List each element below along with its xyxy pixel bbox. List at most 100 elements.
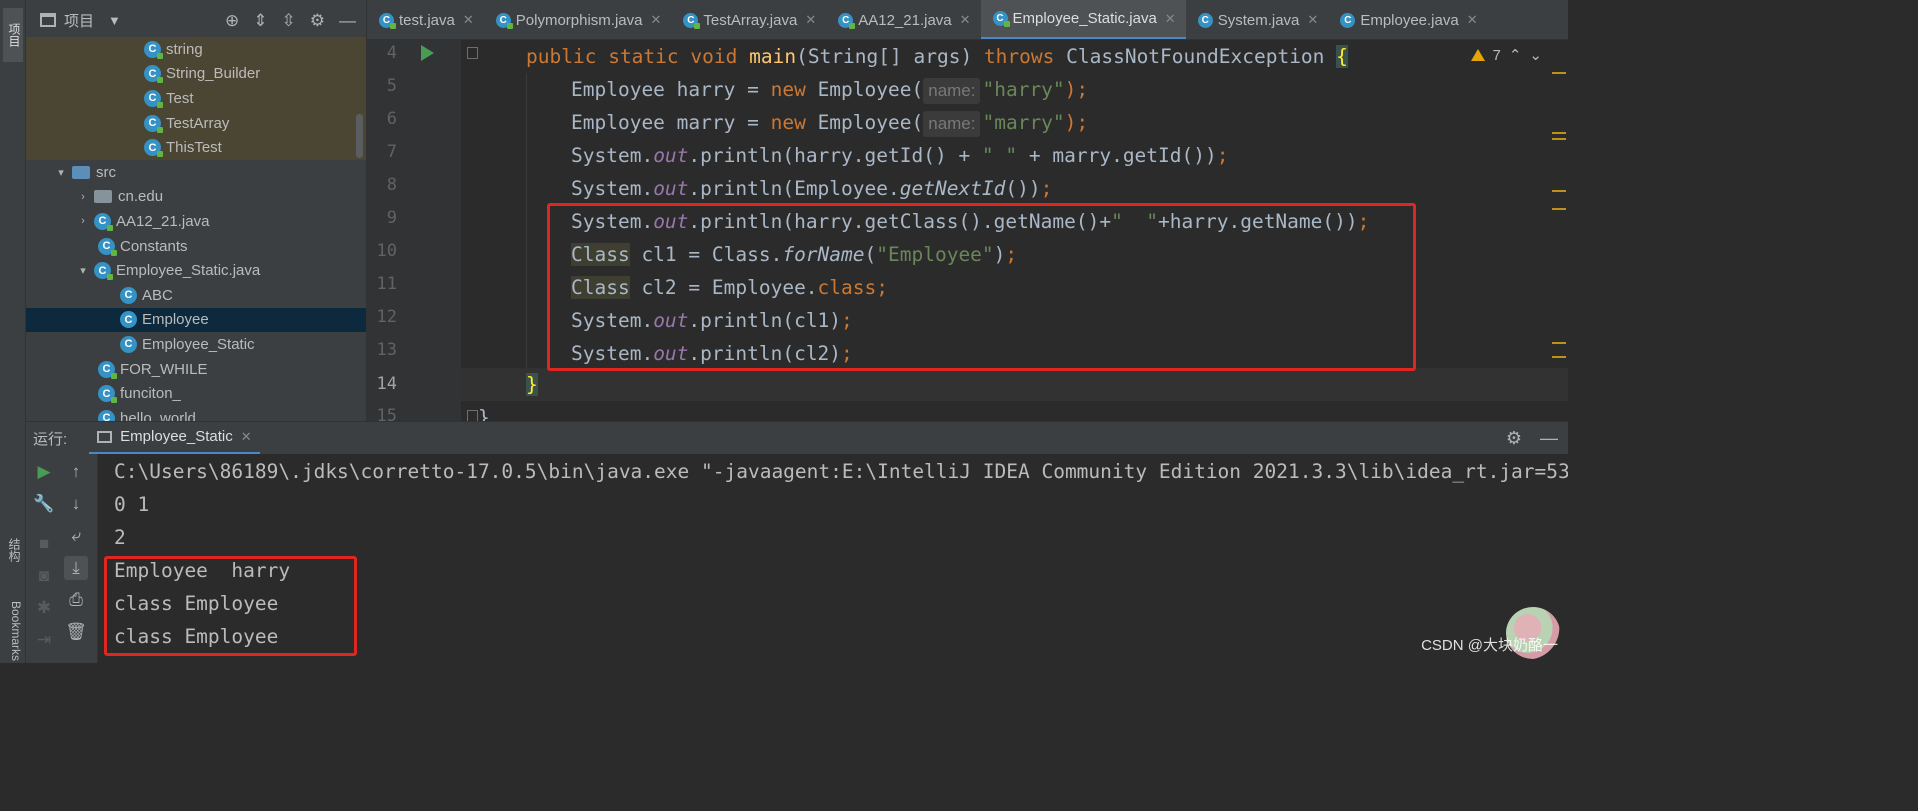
project-scrollbar[interactable] — [356, 114, 363, 158]
close-icon[interactable]: ✕ — [960, 12, 971, 28]
project-tree: Cstring C String_Builder C Test C TestArray… — [26, 37, 366, 421]
console-line: Employee harry — [114, 559, 291, 582]
camera-icon[interactable]: ◙ — [32, 564, 56, 588]
tree-item-string-builder[interactable]: C String_Builder — [26, 61, 366, 87]
code-line-9: System.out.println(harry.getClass().getN… — [571, 210, 1370, 233]
tree-item-employee-static-java[interactable]: ▾ C Employee_Static.java — [26, 258, 366, 283]
wrench-icon[interactable]: 🔧 — [32, 492, 56, 516]
tree-item-hello-world[interactable]: Chello_world — [26, 406, 366, 421]
tree-item-src[interactable]: ▾ src — [26, 160, 366, 185]
console-line: C:\Users\86189\.jdks\corretto-17.0.5\bin… — [114, 460, 1568, 483]
soft-wrap-icon[interactable]: ⤶ — [64, 524, 88, 548]
error-stripe-marker[interactable] — [1552, 72, 1566, 74]
tab-polymorphism-java[interactable]: C Polymorphism.java ✕ — [484, 0, 672, 39]
fold-icon[interactable] — [467, 47, 478, 59]
close-icon[interactable]: ✕ — [463, 12, 474, 28]
chevron-up-icon[interactable]: ⌃ — [1509, 46, 1522, 64]
line-number: 8 — [386, 175, 397, 195]
tab-testarray-java[interactable]: C TestArray.java ✕ — [671, 0, 826, 39]
tree-item-employee[interactable]: C Employee — [26, 307, 366, 333]
tab-employee-static-java[interactable]: C Employee_Static.java ✕ — [980, 0, 1186, 39]
chevron-down-icon[interactable]: ▾ — [54, 166, 68, 179]
error-stripe-marker[interactable] — [1552, 132, 1566, 134]
error-stripe-marker[interactable] — [1552, 208, 1566, 210]
locate-icon[interactable]: ⊕ — [225, 11, 239, 31]
arrow-down-icon[interactable]: ↓ — [64, 492, 88, 516]
error-stripe-marker[interactable] — [1552, 190, 1566, 192]
collapse-all-icon[interactable]: ⇳ — [282, 11, 296, 31]
chevron-down-icon[interactable]: ▾ — [76, 264, 90, 277]
chevron-down-icon[interactable]: ⌄ — [1529, 46, 1542, 64]
structure-tool-button[interactable]: 结构 — [3, 522, 23, 578]
class-icon: C — [379, 12, 396, 29]
chevron-right-icon[interactable]: › — [76, 215, 90, 227]
code-line-14: } — [526, 373, 538, 396]
run-icon[interactable] — [421, 45, 434, 61]
line-number: 6 — [386, 109, 397, 129]
error-stripe-marker[interactable] — [1552, 342, 1566, 344]
error-stripe-marker[interactable] — [1552, 138, 1566, 140]
tree-item-for-while[interactable]: C FOR_WHILE — [26, 357, 366, 382]
console-line: 0 1 — [114, 493, 150, 516]
console-output[interactable]: C:\Users\86189\.jdks\corretto-17.0.5\bin… — [98, 454, 1568, 663]
run-toolbar-primary: ▶ 🔧 ■ ◙ ✱ ⇥ — [26, 454, 58, 663]
project-panel-header: 项目 ▼ ⊕ ⇕ ⇳ ⚙ — — [26, 0, 366, 40]
gear-icon[interactable]: ⚙ — [1506, 428, 1522, 449]
class-icon: C — [120, 286, 137, 304]
expand-all-icon[interactable]: ⇕ — [253, 11, 267, 31]
source-folder-icon — [72, 165, 90, 179]
inspection-widget[interactable]: 7 ⌃ ⌄ — [1470, 46, 1542, 64]
tab-system-java[interactable]: C System.java ✕ — [1186, 0, 1329, 39]
rerun-icon[interactable]: ▶ — [32, 460, 56, 484]
run-panel-tools: ⚙ — — [1506, 428, 1558, 449]
line-number: 4 — [386, 43, 397, 63]
tree-item-test[interactable]: C Test — [26, 86, 366, 111]
code-line-4: public static void main(String[] args) t… — [526, 45, 1348, 68]
chevron-right-icon[interactable]: › — [76, 191, 90, 203]
tree-item-aa12-21-java[interactable]: › C AA12_21.java — [26, 209, 366, 234]
close-icon[interactable]: ✕ — [1165, 11, 1176, 27]
tree-item-constants[interactable]: C Constants — [26, 234, 366, 259]
close-icon[interactable]: ✕ — [805, 12, 816, 28]
parameter-hint: name: — [923, 111, 981, 137]
tab-test-java[interactable]: Ctest.java ✕ — [367, 0, 484, 39]
stop-icon[interactable]: ■ — [32, 532, 56, 556]
tab-aa12-21-java[interactable]: C AA12_21.java ✕ — [826, 0, 980, 39]
run-tab-employee-static[interactable]: Employee_Static ✕ — [89, 421, 260, 455]
tree-item-string[interactable]: Cstring — [26, 37, 366, 62]
tree-item-employee-static[interactable]: C Employee_Static — [26, 332, 366, 357]
tree-item-thistest[interactable]: C ThisTest — [26, 135, 366, 160]
class-icon: C — [144, 114, 163, 133]
print-icon[interactable]: ⎙ — [64, 588, 88, 612]
hide-panel-icon[interactable]: — — [1540, 428, 1558, 449]
hide-panel-icon[interactable]: — — [339, 11, 356, 31]
editor-gutter: 4 5 6 7 8 9 10 11 12 13 14 15 — [367, 40, 461, 421]
tab-employee-java[interactable]: C Employee.java ✕ — [1328, 0, 1487, 39]
fold-icon[interactable] — [467, 410, 478, 421]
project-panel-title[interactable]: 项目 — [64, 10, 94, 31]
close-icon[interactable]: ✕ — [241, 429, 252, 445]
tree-item-abc[interactable]: C ABC — [26, 283, 366, 308]
code-line-15: } — [478, 406, 490, 421]
bookmarks-tool-button[interactable]: Bookmarks — [3, 600, 23, 663]
code-editor[interactable]: 4 5 6 7 8 9 10 11 12 13 14 15 public sta… — [367, 40, 1568, 421]
close-icon[interactable]: ✕ — [1467, 12, 1478, 28]
class-icon: C — [98, 360, 117, 379]
scroll-to-end-icon[interactable]: ⤓ — [64, 556, 88, 580]
tree-item-funciton[interactable]: Cfunciton_ — [26, 381, 366, 406]
gear-icon[interactable]: ⚙ — [310, 11, 325, 31]
chevron-down-icon[interactable]: ▼ — [108, 13, 121, 28]
left-tool-strip: 项目 结构 Bookmarks — [0, 0, 26, 663]
arrow-up-icon[interactable]: ↑ — [64, 460, 88, 484]
settings-icon[interactable]: ✱ — [32, 596, 56, 620]
error-stripe-marker[interactable] — [1552, 356, 1566, 358]
exit-icon[interactable]: ⇥ — [32, 628, 56, 652]
close-icon[interactable]: ✕ — [1307, 12, 1318, 28]
code-line-10: Class cl1 = Class.forName("Employee"); — [571, 243, 1018, 266]
tree-item-testarray[interactable]: C TestArray — [26, 110, 366, 136]
tree-item-cn-edu[interactable]: › cn.edu — [26, 185, 366, 210]
project-tool-button[interactable]: 项目 — [3, 8, 23, 62]
trash-icon[interactable]: 🗑 — [64, 620, 88, 644]
java-file-icon: C — [94, 262, 113, 281]
close-icon[interactable]: ✕ — [651, 12, 662, 28]
